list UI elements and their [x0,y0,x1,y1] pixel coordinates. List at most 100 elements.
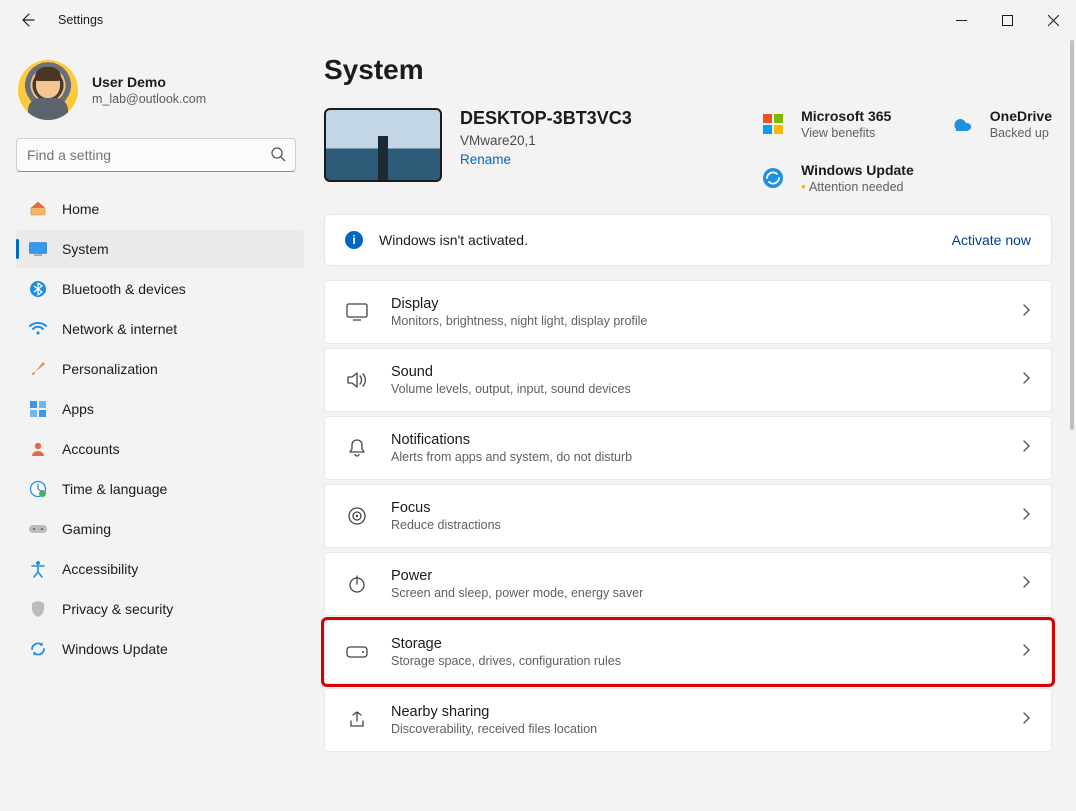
sidebar: User Demo m_lab@outlook.com Home System … [0,40,312,811]
info-icon: i [345,231,363,249]
row-sub: Volume levels, output, input, sound devi… [391,382,1021,396]
sidebar-item-label: Network & internet [62,321,177,337]
device-model: VMware20,1 [460,133,757,148]
chevron-right-icon [1021,371,1031,390]
chevron-right-icon [1021,439,1031,458]
row-sub: Discoverability, received files location [391,722,1021,736]
sidebar-item-accounts[interactable]: Accounts [16,430,304,468]
sidebar-item-label: Home [62,201,99,217]
sidebar-item-system[interactable]: System [16,230,304,268]
activation-message: Windows isn't activated. [379,232,952,248]
shield-icon [28,599,48,619]
bell-icon [345,436,369,460]
row-storage[interactable]: StorageStorage space, drives, configurat… [324,620,1052,684]
row-focus[interactable]: Focus Reduce distractions [324,484,1052,548]
sidebar-item-label: Personalization [62,361,158,377]
onedrive-card[interactable]: OneDrive Backed up [946,108,1052,194]
sidebar-item-label: System [62,241,109,257]
main-content: System DESKTOP-3BT3VC3 VMware20,1 Rename… [312,40,1076,811]
profile-name: User Demo [92,74,206,90]
device-name: DESKTOP-3BT3VC3 [460,108,757,129]
row-title: Focus [391,500,1021,516]
display-icon [345,300,369,324]
avatar [18,60,78,120]
person-icon [28,439,48,459]
close-button[interactable] [1030,0,1076,40]
wifi-icon [28,319,48,339]
row-title: Storage [391,636,1021,652]
clock-globe-icon [28,479,48,499]
sidebar-item-time[interactable]: Time & language [16,470,304,508]
sidebar-item-label: Windows Update [62,641,168,657]
sidebar-item-bluetooth[interactable]: Bluetooth & devices [16,270,304,308]
microsoft-365-card[interactable]: Microsoft 365 View benefits [757,108,914,140]
storage-icon [345,640,369,664]
sidebar-item-home[interactable]: Home [16,190,304,228]
onedrive-title: OneDrive [990,108,1052,124]
row-title: Display [391,296,1021,312]
row-display[interactable]: Display Monitors, brightness, night light… [324,280,1052,344]
row-sub: Screen and sleep, power mode, energy sav… [391,586,1021,600]
microsoft-365-sub: View benefits [801,126,891,140]
window-controls [938,0,1076,40]
sidebar-item-accessibility[interactable]: Accessibility [16,550,304,588]
sidebar-item-network[interactable]: Network & internet [16,310,304,348]
focus-icon [345,504,369,528]
power-icon [345,572,369,596]
bluetooth-icon [28,279,48,299]
sidebar-item-privacy[interactable]: Privacy & security [16,590,304,628]
windows-update-icon [757,162,789,194]
window-title: Settings [58,13,103,27]
activate-now-link[interactable]: Activate now [952,232,1031,248]
row-sub: Monitors, brightness, night light, displ… [391,314,1021,328]
apps-icon [28,399,48,419]
windows-update-sub: Attention needed [801,180,914,194]
row-title: Notifications [391,432,1021,448]
device-header: DESKTOP-3BT3VC3 VMware20,1 Rename Micros… [324,108,1052,194]
settings-list: Display Monitors, brightness, night light… [324,280,1052,752]
minimize-button[interactable] [938,0,984,40]
microsoft-365-title: Microsoft 365 [801,108,891,124]
profile-email: m_lab@outlook.com [92,92,206,106]
scrollbar[interactable] [1070,40,1074,430]
windows-update-card[interactable]: Windows Update Attention needed [757,162,914,194]
row-title: Power [391,568,1021,584]
sidebar-item-label: Gaming [62,521,111,537]
search-input[interactable] [16,138,296,172]
row-notifications[interactable]: Notifications Alerts from apps and system… [324,416,1052,480]
row-sound[interactable]: Sound Volume levels, output, input, sound… [324,348,1052,412]
back-button[interactable] [14,7,40,33]
profile-block[interactable]: User Demo m_lab@outlook.com [16,52,304,138]
sidebar-item-personalization[interactable]: Personalization [16,350,304,388]
brush-icon [28,359,48,379]
chevron-right-icon [1021,507,1031,526]
share-icon [345,708,369,732]
maximize-button[interactable] [984,0,1030,40]
titlebar: Settings [0,0,1076,40]
gamepad-icon [28,519,48,539]
sidebar-item-label: Bluetooth & devices [62,281,186,297]
sound-icon [345,368,369,392]
row-title: Nearby sharing [391,704,1021,720]
chevron-right-icon [1021,303,1031,322]
search-box[interactable] [16,138,296,172]
chevron-right-icon [1021,711,1031,730]
sidebar-item-label: Apps [62,401,94,417]
row-power[interactable]: Power Screen and sleep, power mode, energ… [324,552,1052,616]
sidebar-item-apps[interactable]: Apps [16,390,304,428]
chevron-right-icon [1021,575,1031,594]
rename-link[interactable]: Rename [460,152,757,167]
system-icon [28,239,48,259]
activation-banner[interactable]: i Windows isn't activated. Activate now [324,214,1052,266]
row-sub: Reduce distractions [391,518,1021,532]
row-nearby[interactable]: Nearby sharing Discoverability, received … [324,688,1052,752]
nav-list: Home System Bluetooth & devices Network … [16,190,304,668]
windows-update-title: Windows Update [801,162,914,178]
home-icon [28,199,48,219]
onedrive-icon [946,108,978,140]
update-icon [28,639,48,659]
sidebar-item-update[interactable]: Windows Update [16,630,304,668]
row-sub: Alerts from apps and system, do not dist… [391,450,1021,464]
sidebar-item-gaming[interactable]: Gaming [16,510,304,548]
row-title: Sound [391,364,1021,380]
